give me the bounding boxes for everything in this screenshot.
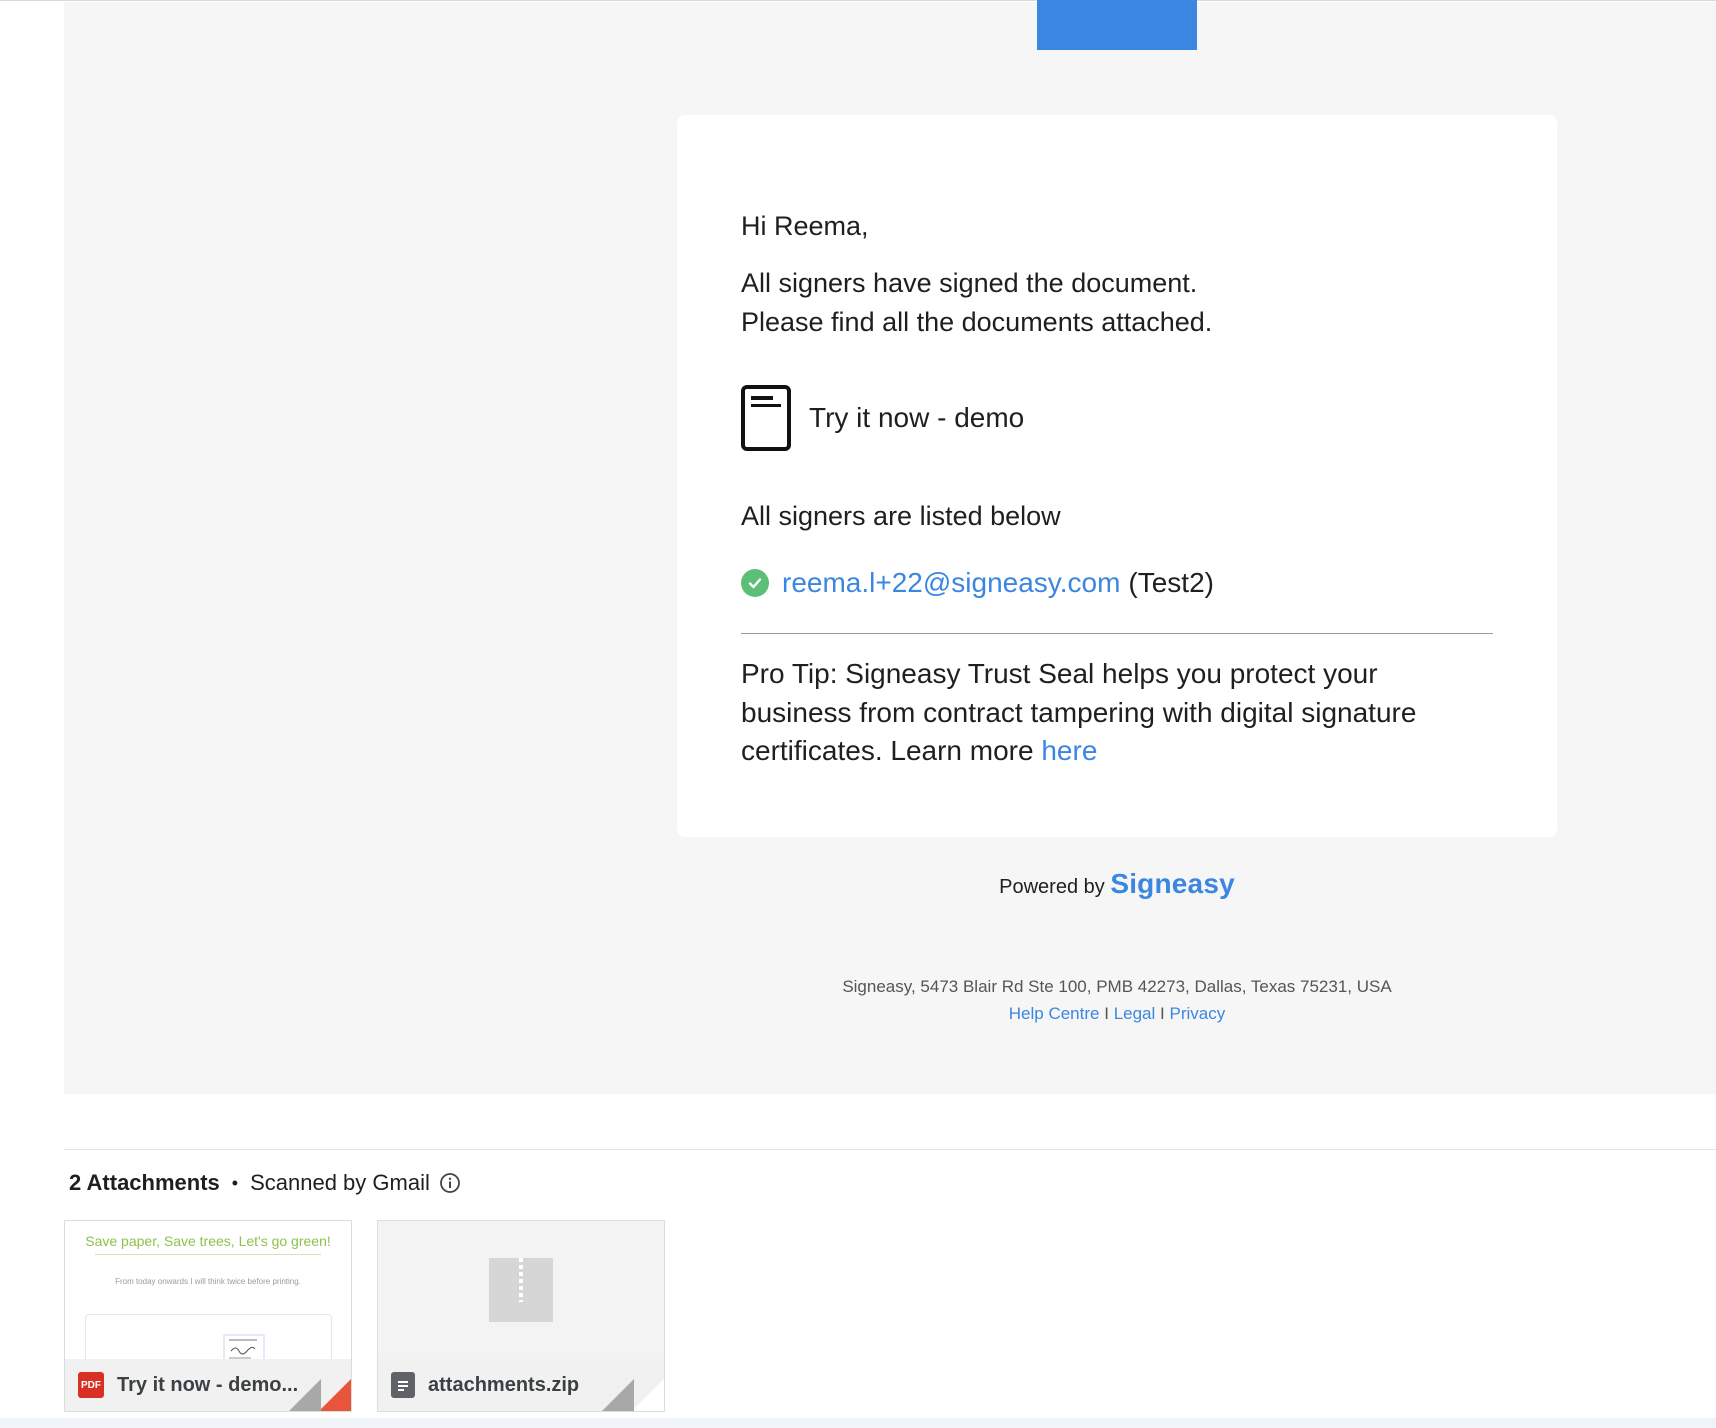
attachment-name: attachments.zip: [428, 1373, 580, 1396]
help-centre-link[interactable]: Help Centre: [1009, 1004, 1100, 1023]
signers-heading: All signers are listed below: [741, 501, 1061, 531]
top-divider: [0, 0, 1716, 1]
legal-link[interactable]: Legal: [1114, 1004, 1156, 1023]
page-curl-corner: [602, 1379, 664, 1411]
footer-separator: I: [1104, 1004, 1109, 1023]
pdf-icon: PDF: [78, 1372, 104, 1398]
attachment-name: Try it now - demo...: [117, 1373, 297, 1396]
footer-links: Help Centre I Legal I Privacy: [677, 1004, 1557, 1024]
attachment-preview: Save paper, Save trees, Let's go green! …: [65, 1221, 351, 1376]
signer-email-link[interactable]: reema.l+22@signeasy.com: [782, 567, 1120, 599]
signer-row: reema.l+22@signeasy.com (Test2): [741, 567, 1214, 599]
company-address: Signeasy, 5473 Blair Rd Ste 100, PMB 422…: [842, 977, 1392, 996]
learn-more-link[interactable]: here: [1041, 735, 1097, 766]
zipper-line: [519, 1258, 523, 1302]
document-row: Try it now - demo: [741, 385, 1024, 451]
greeting: Hi Reema,: [741, 211, 869, 241]
content-divider: [741, 633, 1493, 634]
attachment-preview: [378, 1221, 664, 1359]
preview-subtitle: From today onwards I will think twice be…: [115, 1277, 301, 1286]
footer-separator: I: [1160, 1004, 1165, 1023]
zip-file-icon: [391, 1372, 415, 1398]
attachments-count: 2 Attachments: [69, 1170, 220, 1195]
preview-title: Save paper, Save trees, Let's go green!: [85, 1233, 331, 1249]
body-text-line-1: All signers have signed the document.: [741, 268, 1198, 298]
powered-by-label: Powered by: [999, 876, 1105, 898]
body-text-line-2: Please find all the documents attached.: [741, 307, 1213, 337]
scanned-by-label: Scanned by Gmail: [250, 1170, 430, 1195]
email-card: Hi Reema, All signers have signed the do…: [677, 115, 1557, 837]
page-curl-corner: [289, 1379, 351, 1411]
privacy-link[interactable]: Privacy: [1170, 1004, 1226, 1023]
powered-by: Powered by Signeasy: [677, 868, 1557, 900]
header-bullet: •: [231, 1172, 239, 1193]
pro-tip: Pro Tip: Signeasy Trust Seal helps you p…: [741, 655, 1493, 771]
attachment-card-zip[interactable]: attachments.zip: [377, 1220, 665, 1412]
attachment-card-pdf[interactable]: Save paper, Save trees, Let's go green! …: [64, 1220, 352, 1412]
check-circle-icon: [741, 569, 769, 597]
preview-rule: [95, 1254, 321, 1255]
signer-name: (Test2): [1128, 567, 1214, 598]
document-name: Try it now - demo: [809, 402, 1025, 433]
zip-preview-icon: [489, 1258, 553, 1322]
document-icon: [741, 385, 791, 451]
signeasy-logo[interactable]: Signeasy: [1110, 868, 1235, 899]
attachments-divider: [64, 1149, 1716, 1150]
brand-header-bar: [1037, 0, 1197, 50]
bottom-strip: [0, 1418, 1716, 1428]
attachments-header: 2 Attachments • Scanned by Gmail: [69, 1170, 461, 1196]
info-icon[interactable]: [439, 1172, 461, 1194]
